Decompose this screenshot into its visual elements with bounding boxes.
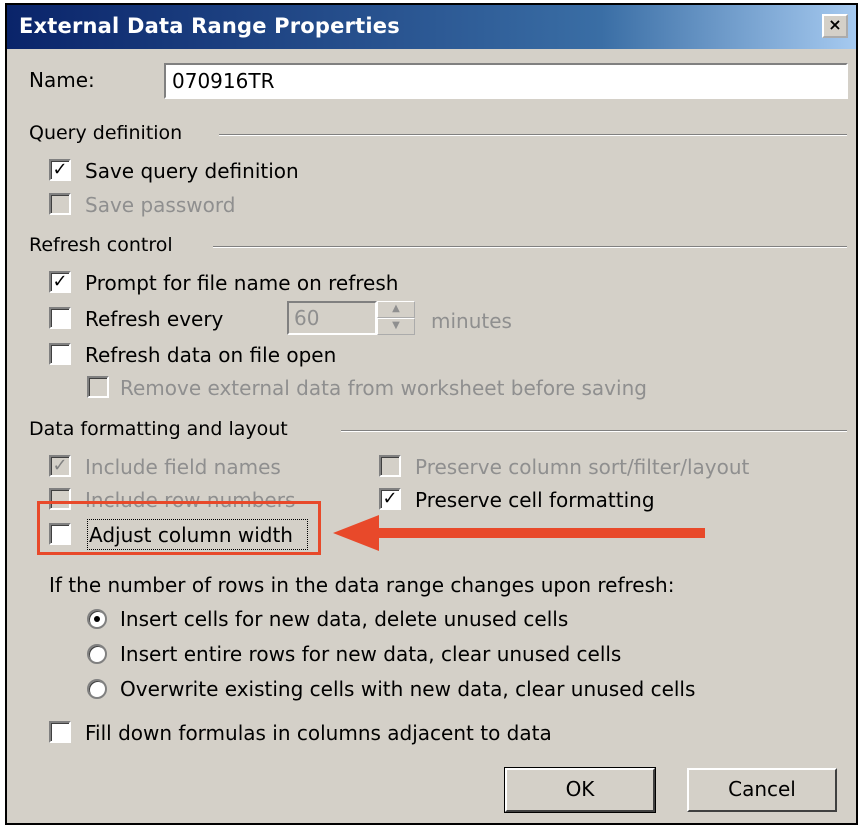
include-field-names-label: Include field names bbox=[85, 455, 281, 479]
spin-up-button[interactable]: ▲ bbox=[377, 301, 415, 318]
radio-dot-icon bbox=[94, 616, 100, 622]
ok-button[interactable]: OK bbox=[504, 767, 656, 813]
section-query-definition: Query definition bbox=[29, 122, 847, 146]
checkmark-icon: ✓ bbox=[52, 271, 68, 292]
spin-down-button[interactable]: ▼ bbox=[377, 318, 415, 335]
section-refresh-control: Refresh control bbox=[29, 234, 847, 258]
minutes-label: minutes bbox=[431, 309, 512, 333]
section-header: Refresh control bbox=[29, 234, 173, 256]
fill-down-checkbox[interactable] bbox=[49, 721, 71, 743]
save-password-checkbox[interactable] bbox=[49, 193, 71, 215]
chevron-up-icon: ▲ bbox=[392, 303, 400, 314]
name-label: Name: bbox=[29, 68, 95, 92]
include-field-names-checkbox[interactable]: ✓ bbox=[49, 455, 71, 477]
section-data-formatting: Data formatting and layout bbox=[29, 418, 847, 442]
radio-overwrite-cells[interactable] bbox=[87, 679, 107, 699]
section-divider bbox=[341, 430, 847, 432]
title-bar: External Data Range Properties × bbox=[7, 5, 856, 49]
radio-overwrite-cells-label: Overwrite existing cells with new data, … bbox=[120, 677, 696, 701]
preserve-sort-checkbox[interactable] bbox=[379, 455, 401, 477]
refresh-every-checkbox[interactable] bbox=[49, 307, 71, 329]
section-divider bbox=[213, 246, 847, 248]
save-password-label: Save password bbox=[85, 193, 236, 217]
save-query-label: Save query definition bbox=[85, 159, 299, 183]
rows-change-prompt: If the number of rows in the data range … bbox=[49, 573, 675, 597]
close-icon: × bbox=[828, 15, 842, 34]
radio-insert-rows[interactable] bbox=[87, 644, 107, 664]
checkmark-icon: ✓ bbox=[382, 488, 398, 509]
preserve-sort-label: Preserve column sort/filter/layout bbox=[415, 455, 750, 479]
checkmark-icon: ✓ bbox=[52, 159, 68, 180]
save-query-checkbox[interactable]: ✓ bbox=[49, 159, 71, 181]
preserve-cell-formatting-label: Preserve cell formatting bbox=[415, 488, 655, 512]
refresh-minutes-value: 60 bbox=[294, 306, 320, 330]
refresh-minutes-input[interactable]: 60 bbox=[287, 301, 377, 335]
remove-external-checkbox[interactable] bbox=[87, 376, 109, 398]
radio-insert-cells[interactable] bbox=[87, 609, 107, 629]
prompt-file-checkbox[interactable]: ✓ bbox=[49, 271, 71, 293]
refresh-every-label: Refresh every bbox=[85, 307, 224, 331]
annotation-highlight-box bbox=[37, 501, 321, 555]
dialog-window: External Data Range Properties × Name: Q… bbox=[5, 3, 858, 825]
refresh-on-open-label: Refresh data on file open bbox=[85, 343, 337, 367]
refresh-on-open-checkbox[interactable] bbox=[49, 343, 71, 365]
arrow-shape bbox=[333, 515, 705, 551]
prompt-file-label: Prompt for file name on refresh bbox=[85, 271, 399, 295]
cancel-button[interactable]: Cancel bbox=[687, 768, 837, 812]
close-button[interactable]: × bbox=[822, 14, 848, 38]
chevron-down-icon: ▼ bbox=[392, 320, 400, 331]
fill-down-label: Fill down formulas in columns adjacent t… bbox=[85, 721, 552, 745]
name-input[interactable] bbox=[164, 63, 848, 99]
preserve-cell-formatting-checkbox[interactable]: ✓ bbox=[379, 488, 401, 510]
radio-insert-cells-label: Insert cells for new data, delete unused… bbox=[120, 607, 569, 631]
arrow-left-icon bbox=[333, 515, 705, 551]
radio-insert-rows-label: Insert entire rows for new data, clear u… bbox=[120, 642, 622, 666]
remove-external-label: Remove external data from worksheet befo… bbox=[120, 376, 647, 400]
section-header: Query definition bbox=[29, 122, 183, 144]
section-divider bbox=[219, 134, 847, 136]
dialog-title: External Data Range Properties bbox=[19, 14, 400, 38]
section-header: Data formatting and layout bbox=[29, 418, 288, 440]
checkmark-icon: ✓ bbox=[52, 455, 68, 476]
